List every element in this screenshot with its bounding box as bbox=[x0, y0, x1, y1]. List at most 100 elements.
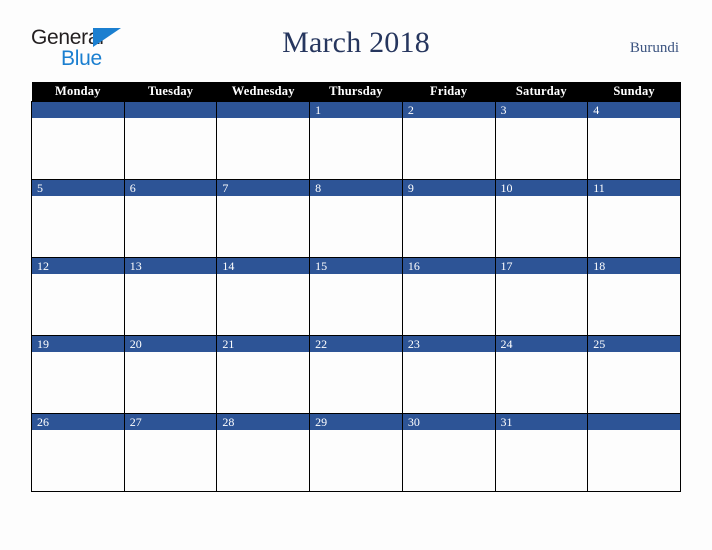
calendar-cell[interactable]: 22 bbox=[309, 335, 403, 414]
calendar-cell[interactable]: 20 bbox=[123, 335, 218, 414]
day-cell[interactable]: 24 bbox=[495, 336, 588, 413]
day-cell[interactable]: 3 bbox=[495, 102, 588, 179]
day-notes-area[interactable] bbox=[310, 196, 402, 257]
day-cell[interactable]: 10 bbox=[495, 180, 588, 257]
calendar-cell[interactable]: 16 bbox=[401, 257, 496, 336]
calendar-cell[interactable]: 18 bbox=[587, 257, 681, 336]
day-cell[interactable]: 7 bbox=[217, 180, 310, 257]
calendar-cell[interactable]: 15 bbox=[309, 257, 403, 336]
day-notes-area[interactable] bbox=[32, 352, 124, 413]
day-notes-area[interactable] bbox=[588, 196, 680, 257]
calendar-cell[interactable]: 8 bbox=[309, 179, 403, 258]
day-cell[interactable]: 20 bbox=[124, 336, 217, 413]
calendar-cell[interactable] bbox=[123, 101, 218, 180]
day-cell[interactable]: 13 bbox=[124, 258, 217, 335]
calendar-cell[interactable]: 10 bbox=[494, 179, 589, 258]
day-cell[interactable]: 1 bbox=[310, 102, 402, 179]
day-cell[interactable]: 2 bbox=[402, 102, 495, 179]
day-cell[interactable]: 4 bbox=[588, 102, 680, 179]
day-notes-area[interactable] bbox=[495, 274, 588, 335]
calendar-cell[interactable]: 19 bbox=[31, 335, 125, 414]
calendar-cell[interactable]: 21 bbox=[216, 335, 311, 414]
calendar-cell[interactable]: 11 bbox=[587, 179, 681, 258]
day-cell[interactable]: 28 bbox=[217, 414, 310, 491]
calendar-cell[interactable]: 1 bbox=[309, 101, 403, 180]
day-notes-area[interactable] bbox=[32, 196, 124, 257]
day-notes-area[interactable] bbox=[124, 430, 217, 491]
day-notes-area[interactable] bbox=[32, 274, 124, 335]
day-notes-area[interactable] bbox=[124, 118, 217, 179]
calendar-cell[interactable]: 31 bbox=[494, 413, 589, 492]
day-notes-area[interactable] bbox=[32, 118, 124, 179]
day-cell[interactable]: 30 bbox=[402, 414, 495, 491]
calendar-cell[interactable] bbox=[587, 413, 681, 492]
day-notes-area[interactable] bbox=[217, 196, 310, 257]
day-cell[interactable]: 21 bbox=[217, 336, 310, 413]
day-cell[interactable]: 15 bbox=[310, 258, 402, 335]
day-cell[interactable]: 18 bbox=[588, 258, 680, 335]
day-cell[interactable] bbox=[217, 102, 310, 179]
calendar-cell[interactable]: 13 bbox=[123, 257, 218, 336]
day-cell[interactable]: 5 bbox=[32, 180, 124, 257]
calendar-cell[interactable]: 27 bbox=[123, 413, 218, 492]
calendar-cell[interactable] bbox=[31, 101, 125, 180]
day-notes-area[interactable] bbox=[124, 196, 217, 257]
day-cell[interactable]: 31 bbox=[495, 414, 588, 491]
day-notes-area[interactable] bbox=[495, 118, 588, 179]
day-notes-area[interactable] bbox=[588, 274, 680, 335]
day-cell[interactable]: 29 bbox=[310, 414, 402, 491]
day-cell[interactable]: 22 bbox=[310, 336, 402, 413]
day-cell[interactable]: 16 bbox=[402, 258, 495, 335]
calendar-cell[interactable]: 29 bbox=[309, 413, 403, 492]
day-cell[interactable] bbox=[124, 102, 217, 179]
calendar-cell[interactable]: 5 bbox=[31, 179, 125, 258]
day-cell[interactable]: 25 bbox=[588, 336, 680, 413]
day-cell[interactable]: 23 bbox=[402, 336, 495, 413]
calendar-cell[interactable]: 28 bbox=[216, 413, 311, 492]
day-notes-area[interactable] bbox=[217, 118, 310, 179]
calendar-cell[interactable]: 6 bbox=[123, 179, 218, 258]
calendar-cell[interactable]: 24 bbox=[494, 335, 589, 414]
day-cell[interactable]: 17 bbox=[495, 258, 588, 335]
calendar-cell[interactable]: 7 bbox=[216, 179, 311, 258]
calendar-cell[interactable]: 12 bbox=[31, 257, 125, 336]
day-notes-area[interactable] bbox=[588, 118, 680, 179]
calendar-cell[interactable]: 17 bbox=[494, 257, 589, 336]
day-cell[interactable]: 8 bbox=[310, 180, 402, 257]
day-cell[interactable]: 27 bbox=[124, 414, 217, 491]
day-notes-area[interactable] bbox=[402, 118, 495, 179]
day-notes-area[interactable] bbox=[124, 274, 217, 335]
day-notes-area[interactable] bbox=[32, 430, 124, 491]
day-notes-area[interactable] bbox=[495, 430, 588, 491]
calendar-cell[interactable]: 30 bbox=[401, 413, 496, 492]
day-cell[interactable]: 14 bbox=[217, 258, 310, 335]
calendar-cell[interactable]: 9 bbox=[401, 179, 496, 258]
day-cell[interactable]: 11 bbox=[588, 180, 680, 257]
day-notes-area[interactable] bbox=[124, 352, 217, 413]
day-notes-area[interactable] bbox=[495, 352, 588, 413]
day-cell[interactable] bbox=[588, 414, 680, 491]
day-notes-area[interactable] bbox=[310, 352, 402, 413]
calendar-cell[interactable]: 3 bbox=[494, 101, 589, 180]
day-notes-area[interactable] bbox=[217, 274, 310, 335]
day-cell[interactable]: 9 bbox=[402, 180, 495, 257]
day-notes-area[interactable] bbox=[217, 430, 310, 491]
day-notes-area[interactable] bbox=[402, 430, 495, 491]
day-cell[interactable]: 19 bbox=[32, 336, 124, 413]
day-notes-area[interactable] bbox=[310, 430, 402, 491]
day-notes-area[interactable] bbox=[495, 196, 588, 257]
calendar-cell[interactable]: 4 bbox=[587, 101, 681, 180]
day-notes-area[interactable] bbox=[402, 352, 495, 413]
calendar-cell[interactable]: 14 bbox=[216, 257, 311, 336]
day-notes-area[interactable] bbox=[402, 274, 495, 335]
day-notes-area[interactable] bbox=[310, 274, 402, 335]
day-cell[interactable]: 6 bbox=[124, 180, 217, 257]
calendar-cell[interactable]: 2 bbox=[401, 101, 496, 180]
day-notes-area[interactable] bbox=[310, 118, 402, 179]
day-cell[interactable]: 12 bbox=[32, 258, 124, 335]
day-notes-area[interactable] bbox=[588, 352, 680, 413]
calendar-cell[interactable]: 26 bbox=[31, 413, 125, 492]
day-notes-area[interactable] bbox=[217, 352, 310, 413]
day-notes-area[interactable] bbox=[402, 196, 495, 257]
calendar-cell[interactable]: 25 bbox=[587, 335, 681, 414]
